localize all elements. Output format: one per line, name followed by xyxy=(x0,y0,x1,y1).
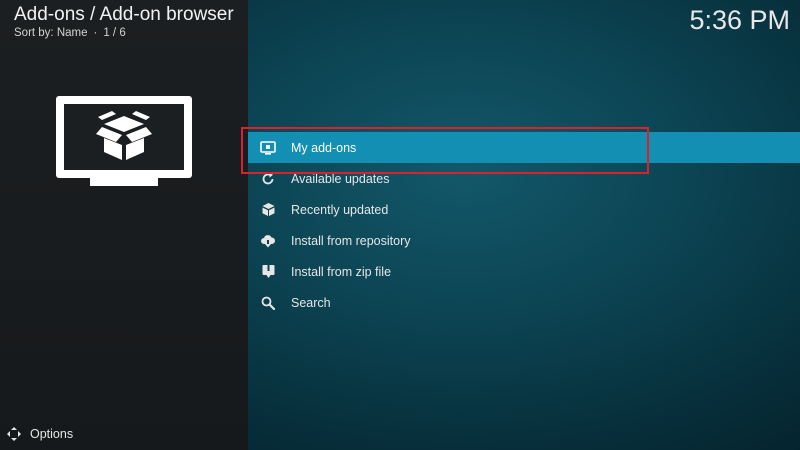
menu-item-recently-updated[interactable]: Recently updated xyxy=(248,194,800,225)
options-button[interactable]: Options xyxy=(6,426,73,442)
page-title: Add-ons / Add-on browser xyxy=(14,4,234,25)
menu-item-available-updates[interactable]: Available updates xyxy=(248,163,800,194)
addon-browser-hero-icon xyxy=(54,94,194,199)
sort-label: Sort by: Name xyxy=(14,27,88,39)
menu-item-label: Install from repository xyxy=(291,233,411,248)
menu-item-install-from-repository[interactable]: Install from repository xyxy=(248,225,800,256)
options-label: Options xyxy=(30,427,74,441)
sort-separator: · xyxy=(93,27,98,39)
left-panel xyxy=(0,0,248,450)
page-counter: 1 / 6 xyxy=(103,27,126,39)
header: Add-ons / Add-on browser Sort by: Name · 1… xyxy=(14,4,234,41)
cloud-download-icon xyxy=(260,233,276,249)
menu-item-my-addons[interactable]: My add-ons xyxy=(248,132,800,163)
menu-item-label: Search xyxy=(291,295,331,310)
menu-item-label: Available updates xyxy=(291,171,390,186)
menu-item-label: Recently updated xyxy=(291,202,389,217)
menu-item-install-from-zip[interactable]: Install from zip file xyxy=(248,256,800,287)
tv-box-icon xyxy=(260,140,276,156)
menu-item-search[interactable]: Search xyxy=(248,287,800,318)
options-arrows-icon xyxy=(6,426,22,442)
zip-download-icon xyxy=(260,264,276,280)
box-star-icon xyxy=(260,202,276,218)
menu-item-label: Install from zip file xyxy=(291,264,392,279)
clock: 5:36 PM xyxy=(689,5,790,35)
menu-item-label: My add-ons xyxy=(291,140,357,155)
sort-info: Sort by: Name · 1 / 6 xyxy=(14,26,234,41)
search-icon xyxy=(260,295,276,311)
addon-menu: My add-ons Available updates Recently up… xyxy=(248,132,800,318)
refresh-icon xyxy=(260,171,276,187)
